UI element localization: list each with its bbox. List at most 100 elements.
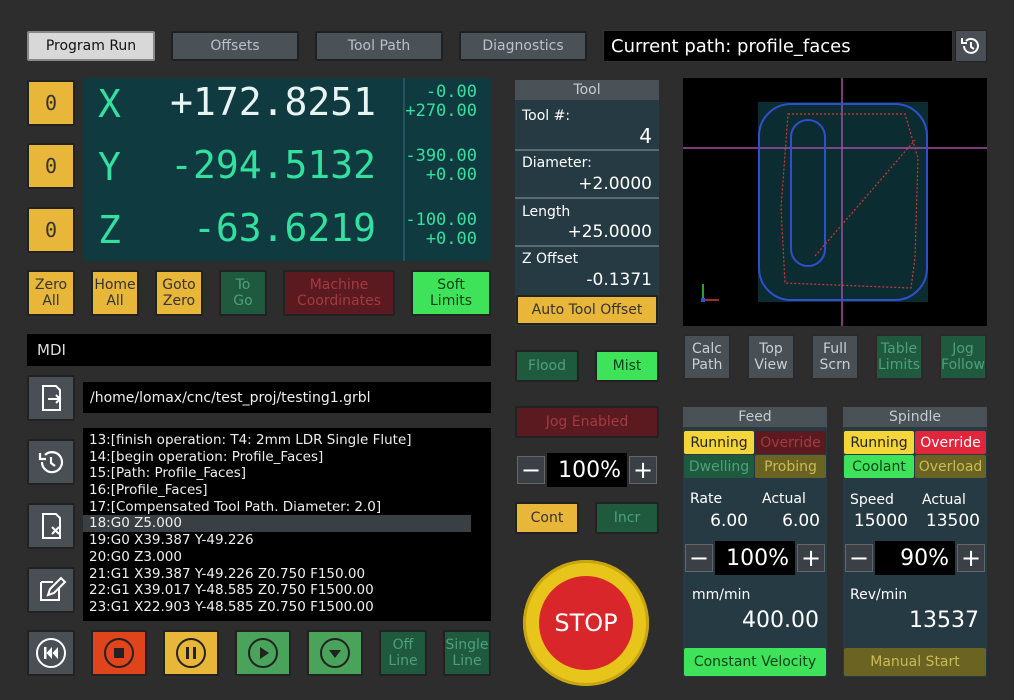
tool-num-value: 4 [639,124,652,148]
gcode-list[interactable]: 13:[finish operation: T4: 2mm LDR Single… [83,428,491,621]
mdi-input[interactable]: MDI [27,334,491,366]
history-icon [961,37,979,54]
tool-panel: Tool Tool #: 4 Diameter: +2.0000 Length … [515,80,659,326]
length-value: +25.0000 [567,222,652,242]
jog-follow-button[interactable]: Jog Follow [939,334,987,380]
zero-z-button[interactable]: 0 [27,207,75,253]
toolpath-view[interactable] [683,78,987,326]
history-button[interactable] [955,30,987,62]
zero-all-button[interactable]: Zero All [27,270,75,316]
offline-button[interactable]: Off Line [379,630,427,676]
home-all-button[interactable]: Home All [91,270,139,316]
cont-button[interactable]: Cont [515,502,579,534]
step-button[interactable] [307,630,363,676]
mdi-label: MDI [37,341,66,359]
single-line-button[interactable]: Single Line [443,630,491,676]
goto-zero-button[interactable]: Goto Zero [155,270,203,316]
feed-value: 400.00 [742,608,819,633]
gcode-line[interactable]: 15:[Path: Profile_Faces] [83,465,471,482]
play-icon [248,638,278,668]
run-button[interactable] [235,630,291,676]
feed-dwelling-indicator: Dwelling [684,455,754,478]
tool-title: Tool [515,80,659,100]
load-file-icon [42,385,62,411]
tab-diagnostics[interactable]: Diagnostics [459,31,587,61]
clear-file-button[interactable] [27,503,75,549]
z-offset-2: +0.00 [425,229,477,249]
gcode-line[interactable]: 19:G0 X39.387 Y-49.226 [83,532,471,549]
auto-tool-offset-button[interactable]: Auto Tool Offset [516,295,658,325]
gcode-line[interactable]: 23:G1 X22.903 Y-48.585 Z0.750 F1500.00 [83,599,471,616]
z-axis-letter: Z [98,208,121,252]
spindle-actual-value: 13500 [925,511,980,531]
top-view-button[interactable]: Top View [747,334,795,380]
pause-icon [176,638,206,668]
spindle-actual-label: Actual [922,492,966,508]
zero-y-button[interactable]: 0 [27,143,75,189]
spindle-override-indicator: Override [915,431,986,454]
to-go-button[interactable]: To Go [219,270,267,316]
x-offset-2: +270.00 [405,101,477,121]
tab-tool-path[interactable]: Tool Path [315,31,443,61]
zero-x-button[interactable]: 0 [27,80,75,126]
jog-pct-value: 100% [558,457,621,483]
spindle-value: 13537 [909,608,979,633]
spindle-title: Spindle [843,407,987,427]
gcode-line[interactable]: 18:G0 Z5.000 [83,515,471,533]
spindle-unit-label: Rev/min [850,587,908,603]
spindle-speed-value: 15000 [853,511,908,531]
tab-program-run[interactable]: Program Run [27,31,155,61]
x-axis-value: +172.8251 [170,80,376,124]
feed-plus-button[interactable]: + [797,544,825,572]
feed-rate-value: 6.00 [710,511,748,531]
calc-path-button[interactable]: Calc Path [683,334,731,380]
gcode-line[interactable]: 21:G1 X39.387 Y-49.226 Z0.750 F150.00 [83,566,471,583]
rewind-button[interactable] [27,630,75,676]
tab-offsets[interactable]: Offsets [171,31,299,61]
spindle-overload-indicator: Overload [915,455,986,478]
recent-files-button[interactable] [27,439,75,485]
gcode-line[interactable]: 22:G1 X39.017 Y-48.585 Z0.750 F1500.00 [83,582,471,599]
dro-panel: X +172.8251 -0.00 +270.00 Y -294.5132 -3… [83,78,491,261]
jog-enabled-button[interactable]: Jog Enabled [515,406,659,438]
feed-override-indicator: Override [755,431,826,454]
machine-coordinates-button[interactable]: Machine Coordinates [283,270,395,316]
jog-minus-button[interactable]: − [517,456,545,484]
feed-pct-display: 100% [715,541,795,575]
file-path-display: /home/lomax/cnc/test_proj/testing1.grbl [83,382,491,413]
gcode-line[interactable]: 17:[Compensated Tool Path. Diameter: 2.0… [83,499,471,516]
rewind-icon [36,638,66,668]
stop-button[interactable]: STOP [523,560,649,686]
z-offset-1: -100.00 [405,210,477,230]
y-offset-1: -390.00 [405,146,477,166]
x-axis-letter: X [98,82,121,126]
feed-rate-label: Rate [690,491,723,507]
gcode-line[interactable]: 16:[Profile_Faces] [83,482,471,499]
feed-minus-button[interactable]: − [685,544,713,572]
spindle-plus-button[interactable]: + [957,544,985,572]
gcode-line[interactable]: 20:G0 Z3.000 [83,549,471,566]
file-path-text: /home/lomax/cnc/test_proj/testing1.grbl [90,389,371,406]
edit-file-button[interactable] [27,567,75,613]
flood-button[interactable]: Flood [515,350,579,382]
feed-title: Feed [683,407,827,427]
length-label: Length [522,204,571,220]
mist-button[interactable]: Mist [595,350,659,382]
stop-program-button[interactable] [91,630,147,676]
gcode-line[interactable]: 13:[finish operation: T4: 2mm LDR Single… [83,432,471,449]
spindle-minus-button[interactable]: − [845,544,873,572]
gcode-line[interactable]: 14:[begin operation: Profile_Faces] [83,449,471,466]
zoffset-label: Z Offset [522,251,579,267]
soft-limits-button[interactable]: Soft Limits [411,270,491,316]
spindle-mode-button[interactable]: Manual Start [844,648,986,676]
diameter-value: +2.0000 [578,174,652,194]
load-file-button[interactable] [27,375,75,421]
current-path-display: Current path: profile_faces [603,30,953,62]
jog-plus-button[interactable]: + [629,456,657,484]
table-limits-button[interactable]: Table Limits [875,334,923,380]
incr-button[interactable]: Incr [595,502,659,534]
feed-mode-button[interactable]: Constant Velocity [684,648,826,676]
pause-button[interactable] [163,630,219,676]
recent-icon [38,451,64,474]
full-screen-button[interactable]: Full Scrn [811,334,859,380]
